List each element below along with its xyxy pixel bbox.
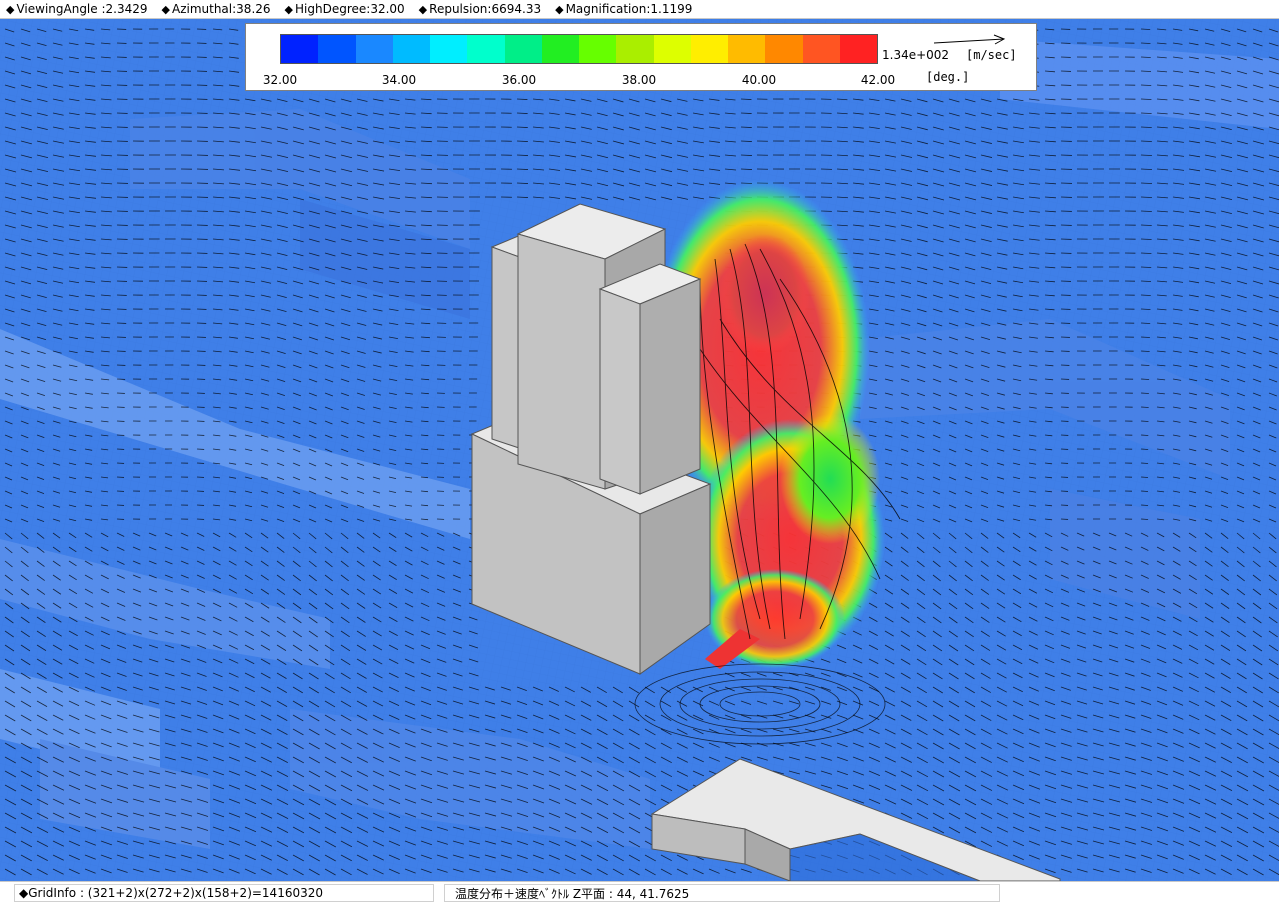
vector-arrow bbox=[741, 113, 752, 114]
legend-swatch bbox=[579, 35, 616, 63]
temperature-color-bar bbox=[280, 34, 878, 64]
legend-tick: 42.00 bbox=[861, 73, 895, 87]
parameter-bar: ◆ViewingAngle :2.3429 ◆Azimuthal:38.26 ◆… bbox=[0, 0, 1279, 19]
legend-tick: 32.00 bbox=[263, 73, 297, 87]
param-magnification: ◆Magnification:1.1199 bbox=[555, 2, 692, 16]
legend-tick: 38.00 bbox=[622, 73, 656, 87]
grid-info-panel: ◆GridInfo : (321+2)x(272+2)x(158+2)=1416… bbox=[14, 884, 434, 902]
legend-swatch bbox=[393, 35, 430, 63]
param-azimuthal: ◆Azimuthal:38.26 bbox=[162, 2, 271, 16]
legend-swatch bbox=[542, 35, 579, 63]
temperature-unit: [deg.] bbox=[926, 70, 969, 84]
vector-arrow bbox=[741, 155, 752, 156]
status-bar: ◆GridInfo : (321+2)x(272+2)x(158+2)=1416… bbox=[0, 881, 1279, 906]
legend-swatch bbox=[803, 35, 840, 63]
vector-unit: [m/sec] bbox=[966, 48, 1017, 62]
legend-swatch bbox=[467, 35, 504, 63]
legend-swatch bbox=[356, 35, 393, 63]
vector-scale-value: 1.34e+002 bbox=[882, 48, 949, 62]
diamond-icon: ◆ bbox=[162, 3, 170, 16]
param-high-degree: ◆HighDegree:32.00 bbox=[285, 2, 405, 16]
legend-tick: 34.00 bbox=[382, 73, 416, 87]
legend-swatch bbox=[505, 35, 542, 63]
central-tower bbox=[472, 204, 710, 674]
param-repulsion: ◆Repulsion:6694.33 bbox=[419, 2, 541, 16]
color-legend: 32.00 34.00 36.00 38.00 40.00 42.00 1.34… bbox=[245, 23, 1037, 91]
legend-swatch bbox=[728, 35, 765, 63]
vector-arrow bbox=[741, 127, 752, 128]
legend-swatch bbox=[654, 35, 691, 63]
plane-info-text: 温度分布＋速度ﾍﾞｸﾄﾙ Z平面 : 44, 41.7625 bbox=[455, 885, 689, 902]
simulation-render bbox=[0, 19, 1279, 881]
diamond-icon: ◆ bbox=[6, 3, 14, 16]
legend-swatch bbox=[318, 35, 355, 63]
legend-swatch bbox=[281, 35, 318, 63]
vector-arrow bbox=[741, 169, 752, 170]
diamond-icon: ◆ bbox=[285, 3, 293, 16]
vector-arrow bbox=[741, 141, 752, 142]
diamond-icon: ◆ bbox=[555, 3, 563, 16]
legend-swatch bbox=[430, 35, 467, 63]
legend-swatch bbox=[691, 35, 728, 63]
param-viewing-angle: ◆ViewingAngle :2.3429 bbox=[6, 2, 148, 16]
legend-swatch bbox=[840, 35, 877, 63]
diamond-icon: ◆ bbox=[419, 3, 427, 16]
vector-arrow bbox=[741, 99, 751, 100]
vector-scale-arrow-icon bbox=[934, 34, 1014, 48]
grid-info-text: ◆GridInfo : (321+2)x(272+2)x(158+2)=1416… bbox=[19, 886, 323, 900]
legend-swatch bbox=[765, 35, 802, 63]
simulation-viewport[interactable] bbox=[0, 19, 1279, 881]
legend-swatch bbox=[616, 35, 653, 63]
legend-tick: 40.00 bbox=[742, 73, 776, 87]
legend-tick: 36.00 bbox=[502, 73, 536, 87]
plane-info-panel: 温度分布＋速度ﾍﾞｸﾄﾙ Z平面 : 44, 41.7625 bbox=[444, 884, 1000, 902]
